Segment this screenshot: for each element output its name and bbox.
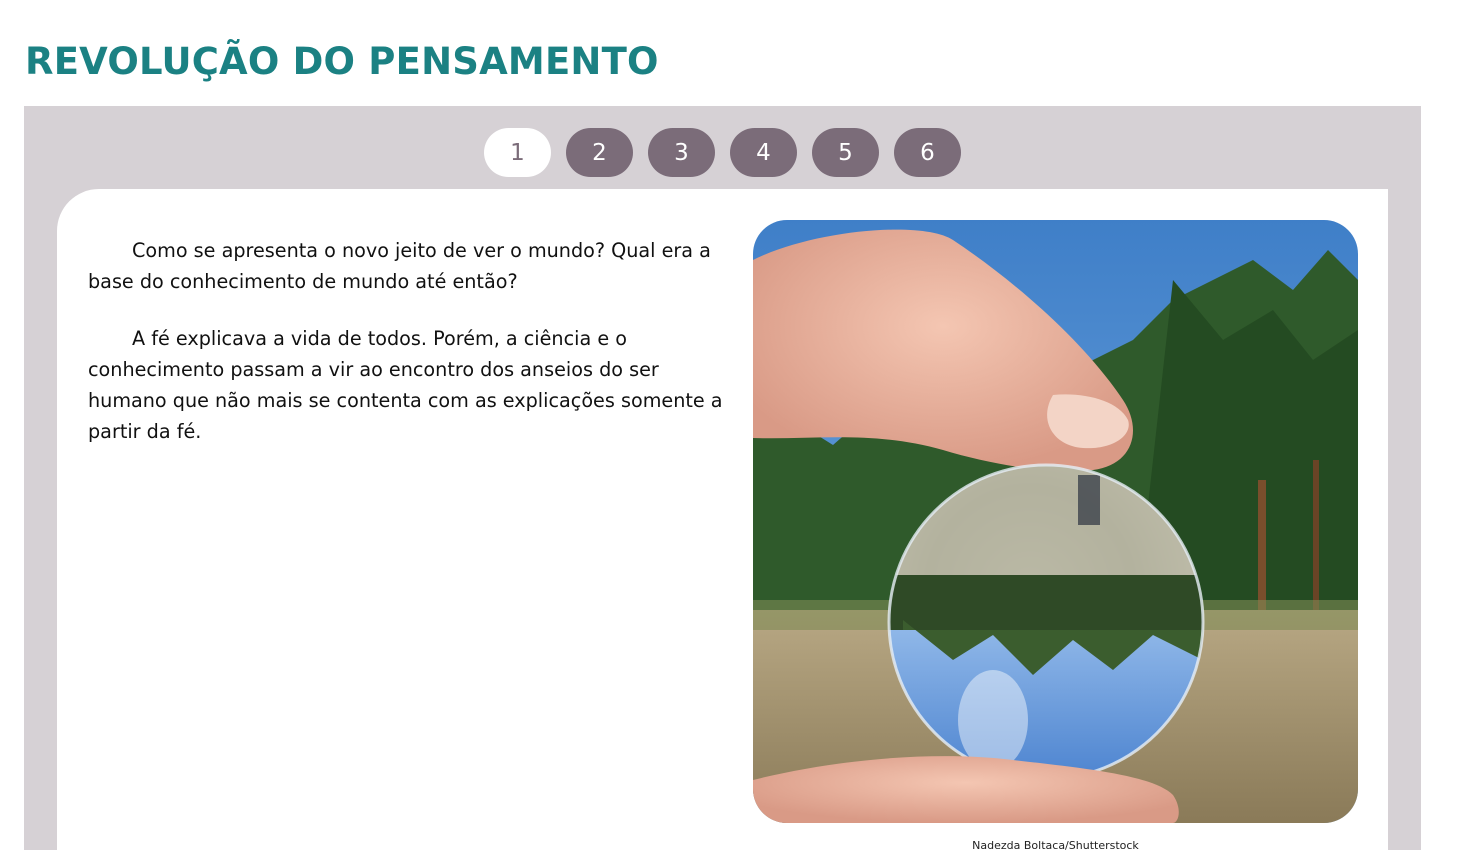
page-tab-5[interactable]: 5 (812, 128, 879, 177)
paragraph-2: A fé explicava a vida de todos. Porém, a… (88, 327, 723, 443)
page-pagination: 1 2 3 4 5 6 (484, 128, 961, 177)
image-credit: Nadezda Boltaca/Shutterstock (972, 839, 1139, 850)
page-tab-6[interactable]: 6 (894, 128, 961, 177)
content-card: Como se apresenta o novo jeito de ver o … (57, 189, 1388, 850)
paragraph-1: Como se apresenta o novo jeito de ver o … (88, 239, 711, 293)
text-column: Como se apresenta o novo jeito de ver o … (88, 235, 728, 473)
content-panel: 1 2 3 4 5 6 Como se apresenta o novo jei… (24, 106, 1421, 850)
page: REVOLUÇÃO DO PENSAMENTO 1 2 3 4 5 6 Como… (0, 0, 1460, 850)
crystal-ball-photo (753, 220, 1358, 823)
page-tab-2[interactable]: 2 (566, 128, 633, 177)
page-title: REVOLUÇÃO DO PENSAMENTO (25, 40, 659, 83)
page-tab-1[interactable]: 1 (484, 128, 551, 177)
page-tab-3[interactable]: 3 (648, 128, 715, 177)
page-tab-4[interactable]: 4 (730, 128, 797, 177)
